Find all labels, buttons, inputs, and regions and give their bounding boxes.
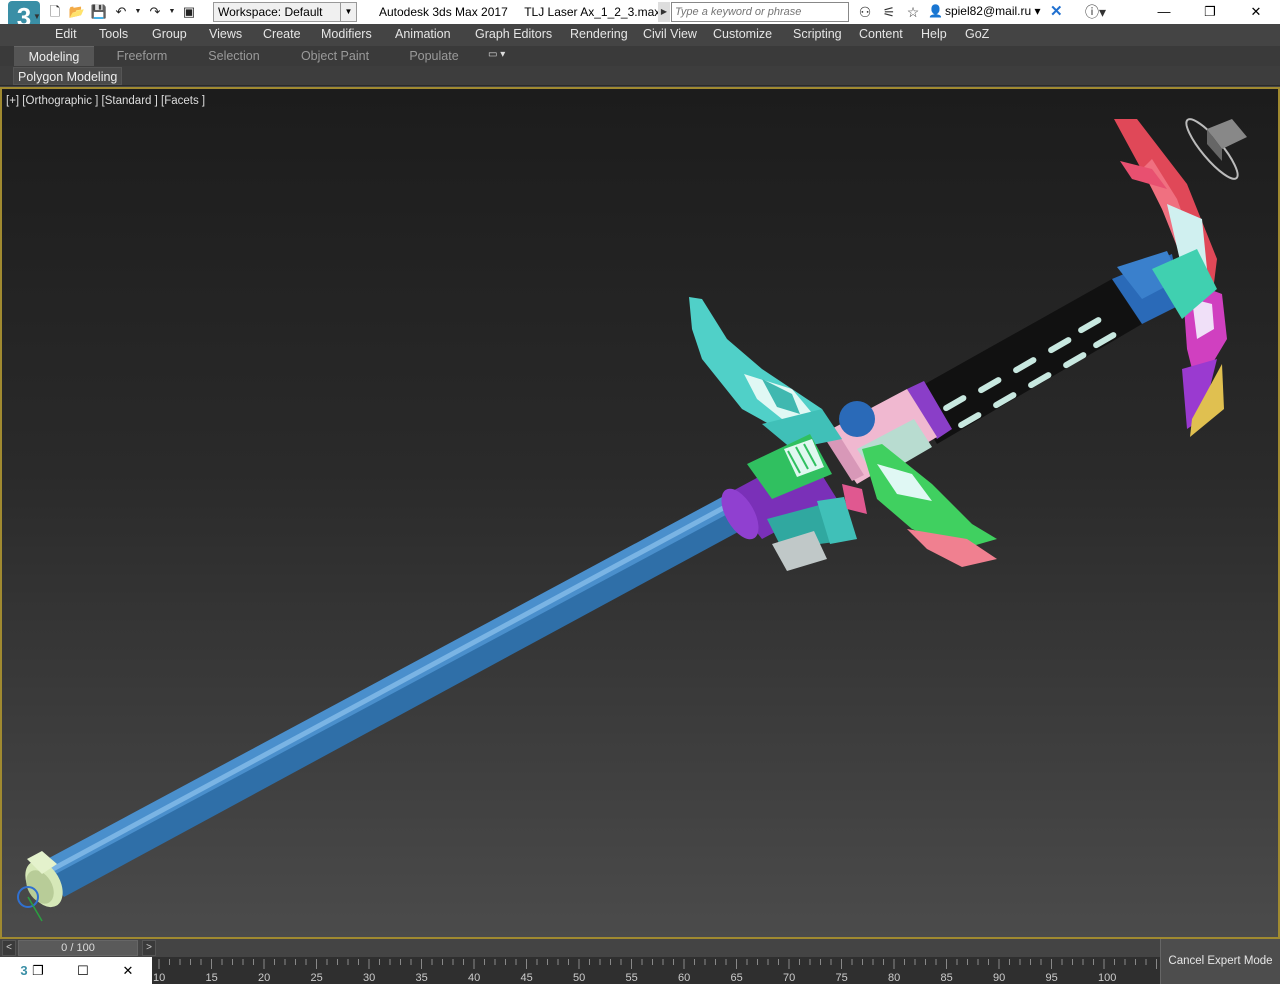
track-ruler: 10 15 20 25 30 35 40 45 50 55 60 65 70 75 80 85 90 95 100 bbox=[153, 959, 1157, 984]
open-icon[interactable]: 📂 bbox=[68, 3, 86, 21]
ruler-tick-label: 90 bbox=[993, 972, 1005, 984]
undo-icon[interactable]: ↶ bbox=[112, 3, 130, 21]
quick-access-toolbar: 🗋 📂 💾 ↶ ▼ ↷ ▼ ▣ bbox=[46, 3, 198, 21]
infocenter-icons: ⚇ ⚟ ☆ bbox=[856, 2, 922, 22]
ruler-tick-label: 60 bbox=[678, 972, 690, 984]
redo-dropdown-icon[interactable]: ▼ bbox=[168, 3, 176, 21]
menu-group[interactable]: Group bbox=[152, 27, 187, 41]
close-button[interactable]: ✕ bbox=[1233, 0, 1279, 24]
prev-frame-button[interactable]: < bbox=[2, 940, 16, 956]
restore-button[interactable]: ❐ bbox=[1187, 0, 1233, 24]
view-gizmo[interactable] bbox=[1180, 113, 1247, 184]
ruler-tick-label: 35 bbox=[416, 972, 428, 984]
track-bar[interactable]: 10 15 20 25 30 35 40 45 50 55 60 65 70 75 80 85 90 95 100 bbox=[152, 957, 1160, 984]
ruler-tick-label: 100 bbox=[1098, 972, 1116, 984]
ribbon-options-icon[interactable]: ▭ ▾ bbox=[488, 49, 505, 60]
menu-graph-editors[interactable]: Graph Editors bbox=[475, 27, 552, 41]
help-icon[interactable]: ⓘ▾ bbox=[1085, 2, 1106, 22]
ribbon-panel: Polygon Modeling bbox=[0, 66, 1280, 86]
user-email: spiel82@mail.ru bbox=[944, 4, 1032, 18]
ruler-tick-label: 80 bbox=[888, 972, 900, 984]
handle-shaft bbox=[38, 489, 762, 897]
search-expand-icon[interactable]: ▶ bbox=[658, 2, 670, 22]
logo-dropdown-icon[interactable]: ▼ bbox=[33, 12, 41, 21]
tab-selection[interactable]: Selection bbox=[196, 46, 272, 66]
restore-small-icon[interactable]: ❐ bbox=[28, 961, 48, 981]
ruler-tick-label: 15 bbox=[206, 972, 218, 984]
menu-modifiers[interactable]: Modifiers bbox=[321, 27, 372, 41]
search-input-box[interactable] bbox=[671, 2, 849, 22]
lower-blade bbox=[862, 444, 997, 567]
maximize-small-icon[interactable]: ☐ bbox=[73, 961, 93, 981]
save-icon[interactable]: 💾 bbox=[90, 3, 108, 21]
ruler-tick-label: 65 bbox=[731, 972, 743, 984]
search-input[interactable] bbox=[675, 6, 845, 18]
menu-edit[interactable]: Edit bbox=[55, 27, 77, 41]
menu-customize[interactable]: Customize bbox=[713, 27, 772, 41]
menu-tools[interactable]: Tools bbox=[99, 27, 128, 41]
time-slider-bar: < 0 / 100 > bbox=[0, 939, 1160, 957]
favorites-star-icon[interactable]: ☆ bbox=[904, 2, 922, 22]
menu-civil-view[interactable]: Civil View bbox=[643, 27, 697, 41]
title-bar: 3 ▼ 🗋 📂 💾 ↶ ▼ ↷ ▼ ▣ Workspace: Default ▼… bbox=[0, 0, 1280, 41]
undo-dropdown-icon[interactable]: ▼ bbox=[134, 3, 142, 21]
chevron-down-icon: ▼ bbox=[340, 3, 356, 21]
ruler-tick-label: 10 bbox=[153, 972, 165, 984]
tab-populate[interactable]: Populate bbox=[398, 46, 470, 66]
left-blade bbox=[689, 297, 875, 449]
cancel-expert-mode-button[interactable]: Cancel Expert Mode bbox=[1160, 939, 1280, 984]
ruler-tick-label: 30 bbox=[363, 972, 375, 984]
user-account[interactable]: 👤 spiel82@mail.ru ▾ bbox=[928, 4, 1041, 18]
menu-content[interactable]: Content bbox=[859, 27, 903, 41]
menu-help[interactable]: Help bbox=[921, 27, 947, 41]
ruler-tick-label: 25 bbox=[311, 972, 323, 984]
ruler-tick-label: 20 bbox=[258, 972, 270, 984]
ruler-tick-label: 45 bbox=[521, 972, 533, 984]
new-file-icon[interactable]: 🗋 bbox=[46, 3, 64, 21]
workspace-label: Workspace: Default bbox=[218, 5, 323, 19]
redo-icon[interactable]: ↷ bbox=[146, 3, 164, 21]
menu-views[interactable]: Views bbox=[209, 27, 242, 41]
minimize-button[interactable]: — bbox=[1141, 0, 1187, 24]
menu-scripting[interactable]: Scripting bbox=[793, 27, 842, 41]
ruler-tick-label: 70 bbox=[783, 972, 795, 984]
ruler-tick-label: 55 bbox=[626, 972, 638, 984]
laser-axe-model[interactable] bbox=[2, 89, 1278, 937]
window-title: Autodesk 3ds Max 2017 TLJ Laser Ax_1_2_3… bbox=[379, 5, 661, 19]
binoculars-icon[interactable]: ⚇ bbox=[856, 2, 874, 22]
mini-window-icons: 3 ❐ ☐ ✕ bbox=[0, 957, 152, 984]
viewport-orthographic[interactable]: [+] [Orthographic ] [Standard ] [Facets … bbox=[0, 87, 1280, 939]
tab-modeling[interactable]: Modeling bbox=[14, 46, 94, 66]
tab-object-paint[interactable]: Object Paint bbox=[290, 46, 380, 66]
communication-center-icon[interactable]: ⚟ bbox=[880, 2, 898, 22]
close-small-icon[interactable]: ✕ bbox=[118, 961, 138, 981]
menu-goz[interactable]: GoZ bbox=[965, 27, 989, 41]
bottom-bar: 3 ❐ ☐ ✕ 10 15 20 25 30 35 40 45 50 55 60 65 70 75 80 85… bbox=[0, 957, 1280, 984]
next-frame-button[interactable]: > bbox=[142, 940, 156, 956]
menu-bar: Edit Tools Group Views Create Modifiers … bbox=[0, 24, 1280, 46]
tab-freeform[interactable]: Freeform bbox=[104, 46, 180, 66]
workspace-dropdown[interactable]: Workspace: Default ▼ bbox=[213, 2, 357, 22]
ruler-tick-label: 50 bbox=[573, 972, 585, 984]
time-slider[interactable]: 0 / 100 bbox=[18, 940, 138, 956]
user-icon: 👤 bbox=[928, 4, 943, 18]
ruler-tick-label: 95 bbox=[1046, 972, 1058, 984]
menu-animation[interactable]: Animation bbox=[395, 27, 451, 41]
menu-rendering[interactable]: Rendering bbox=[570, 27, 628, 41]
project-icon[interactable]: ▣ bbox=[180, 3, 198, 21]
ruler-tick-label: 40 bbox=[468, 972, 480, 984]
exchange-apps-icon[interactable]: ✕ bbox=[1050, 2, 1066, 22]
polygon-modeling-panel[interactable]: Polygon Modeling bbox=[13, 67, 123, 85]
ruler-tick-label: 85 bbox=[941, 972, 953, 984]
ribbon-tabs: Modeling Freeform Selection Object Paint… bbox=[0, 46, 1280, 66]
ruler-tick-label: 75 bbox=[836, 972, 848, 984]
menu-create[interactable]: Create bbox=[263, 27, 301, 41]
